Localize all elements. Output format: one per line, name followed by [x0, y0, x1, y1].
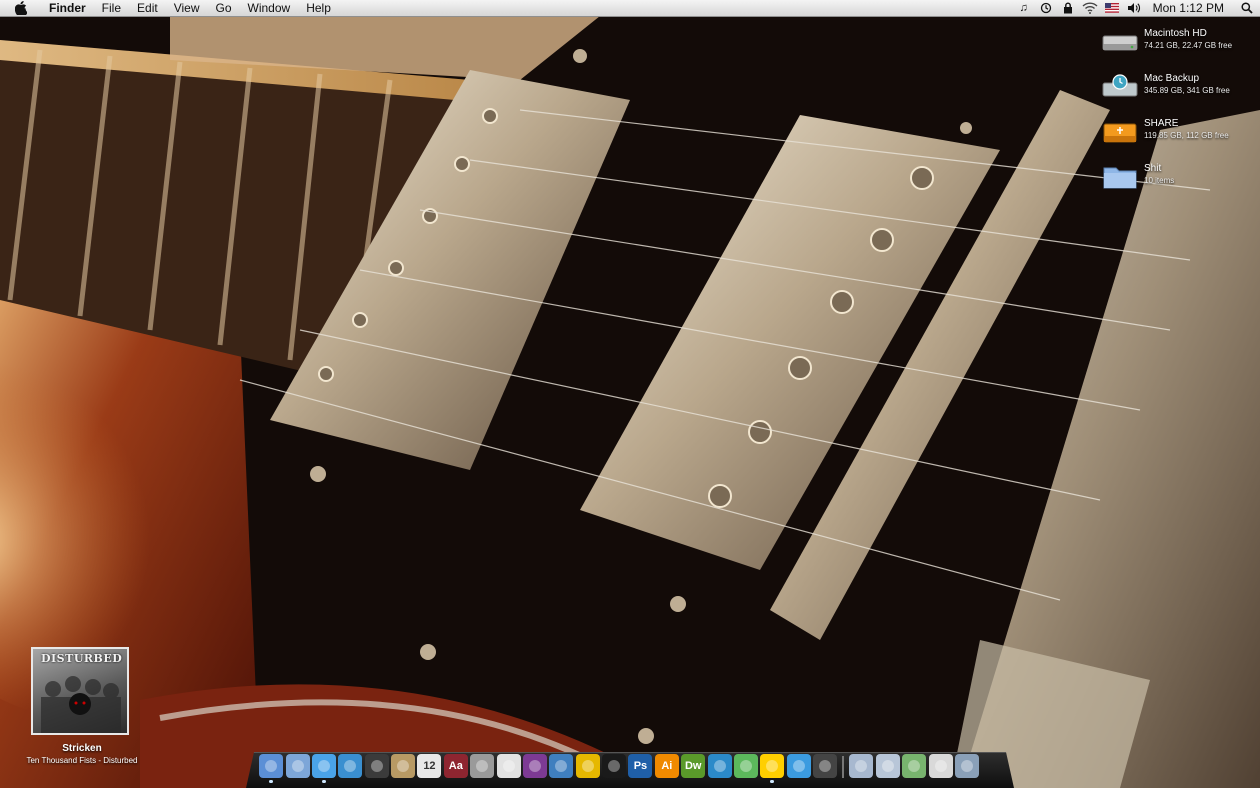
safari-icon [344, 760, 357, 772]
drive-name: SHARE [1144, 118, 1179, 129]
dock-item-photoshop[interactable]: Ps [628, 754, 653, 778]
dock-item-applications-stack[interactable] [849, 754, 874, 778]
menu-extras: ♫ Mon 1:12 PM [1013, 0, 1260, 16]
spotlight-icon[interactable] [1234, 0, 1260, 16]
dock-item-illustrator[interactable]: Ai [654, 754, 679, 778]
now-playing-widget: DISTURBED Stricken Ten Thousand Fists - … [12, 644, 152, 770]
folder-icon [1102, 163, 1138, 191]
dock-item-twitter-app[interactable] [733, 754, 758, 778]
lock-icon[interactable] [1057, 0, 1079, 16]
desktop-wallpaper [0, 0, 1260, 788]
dock-item-dictionary[interactable]: Aa [443, 754, 468, 778]
photo-app-icon [528, 760, 541, 772]
usb-drive-icon [1102, 118, 1138, 146]
dock-separator [842, 756, 845, 778]
menu-clock[interactable]: Mon 1:12 PM [1145, 1, 1234, 15]
dock-item-wordpress-app[interactable] [707, 754, 732, 778]
dock-item-label: Ai [661, 760, 673, 772]
contacts-app-icon [792, 760, 805, 772]
applications-stack-icon [855, 760, 868, 772]
movie-app-icon [819, 760, 832, 772]
drive-name: Mac Backup [1144, 73, 1200, 84]
dock-item-label: Dw [684, 760, 702, 772]
dock-item-photo-app[interactable] [522, 754, 547, 778]
drive-name: Macintosh HD [1144, 28, 1207, 39]
dock-item-label: 12 [423, 760, 436, 772]
dock-item-contacts-app[interactable] [786, 754, 811, 778]
dock-item-label: Ps [633, 760, 648, 772]
mail-icon [291, 760, 304, 772]
dock-item-safari[interactable] [338, 754, 363, 778]
menu-file[interactable]: File [94, 0, 129, 16]
wifi-icon[interactable] [1079, 0, 1101, 16]
dock-item-server-stack[interactable] [928, 754, 953, 778]
time-machine-icon[interactable] [1035, 0, 1057, 16]
dock-item-mail[interactable] [285, 754, 310, 778]
dock-item-trash[interactable] [954, 754, 979, 778]
dock-item-documents-stack[interactable] [875, 754, 900, 778]
wordpress-app-icon [713, 760, 726, 772]
trash-icon [960, 760, 973, 772]
now-playing-subtitle: Ten Thousand Fists - Disturbed [26, 756, 138, 765]
dock-item-finder[interactable] [259, 754, 284, 783]
menu-go[interactable]: Go [208, 0, 240, 16]
dock-item-messenger[interactable] [760, 754, 785, 783]
menu-view[interactable]: View [166, 0, 208, 16]
calculator-icon [476, 760, 489, 772]
dock-item-adium[interactable] [364, 754, 389, 778]
desktop-drive-share[interactable]: SHARE 119.85 GB, 112 GB free [1102, 114, 1252, 154]
menu-app-finder[interactable]: Finder [41, 0, 94, 16]
twitter-app-icon [739, 760, 752, 772]
itunes-icon [317, 760, 330, 772]
dock-item-itunes[interactable] [311, 754, 336, 783]
dock: 12 Aa Ps Ai Dw [258, 748, 980, 783]
dock-item-movie-app[interactable] [813, 754, 838, 778]
iphoto-icon [555, 760, 568, 772]
menu-help[interactable]: Help [298, 0, 339, 16]
backup-drive-icon [1102, 73, 1138, 101]
address-book-icon [397, 760, 410, 772]
adium-icon [370, 760, 383, 772]
menu-window[interactable]: Window [240, 0, 299, 16]
hard-drive-icon [1102, 28, 1138, 56]
dock-item-address-book[interactable] [391, 754, 416, 778]
terminal-icon [608, 760, 621, 772]
textedit-icon [502, 760, 515, 772]
drive-info: 119.85 GB, 112 GB free [1144, 131, 1229, 140]
menu-bar: Finder File Edit View Go Window Help ♫ M… [0, 0, 1260, 17]
dock-item-label: Aa [448, 760, 463, 772]
downloads-stack-icon [908, 760, 921, 772]
volume-icon[interactable] [1123, 0, 1145, 16]
folder-info: 10 items [1144, 176, 1175, 185]
dock-item-downloads-stack[interactable] [902, 754, 927, 778]
folder-name: Shit [1144, 163, 1162, 174]
now-playing-title: Stricken [62, 743, 102, 754]
server-stack-icon [934, 760, 947, 772]
dock-item-calculator[interactable] [470, 754, 495, 778]
dock-item-ftp-app[interactable] [575, 754, 600, 778]
finder-icon [265, 760, 278, 772]
messenger-icon [766, 760, 779, 772]
desktop-drive-macintosh-hd[interactable]: Macintosh HD 74.21 GB, 22.47 GB free [1102, 24, 1252, 64]
music-note-icon[interactable]: ♫ [1013, 0, 1035, 16]
documents-stack-icon [881, 760, 894, 772]
dock-item-terminal[interactable] [602, 754, 627, 778]
apple-menu-icon[interactable] [13, 0, 29, 16]
dock-item-textedit[interactable] [496, 754, 521, 778]
running-indicator [321, 780, 326, 783]
album-artwork[interactable]: DISTURBED [31, 647, 129, 735]
dock-item-iphoto[interactable] [549, 754, 574, 778]
desktop-drive-mac-backup[interactable]: Mac Backup 345.89 GB, 341 GB free [1102, 69, 1252, 109]
desktop-folder-shit[interactable]: Shit 10 items [1102, 159, 1252, 199]
dock-item-ical[interactable]: 12 [417, 754, 442, 778]
drive-info: 345.89 GB, 341 GB free [1144, 86, 1230, 95]
ftp-app-icon [581, 760, 594, 772]
menu-edit[interactable]: Edit [129, 0, 166, 16]
drive-info: 74.21 GB, 22.47 GB free [1144, 41, 1233, 50]
dock-item-dreamweaver[interactable]: Dw [681, 754, 706, 778]
flag-icon[interactable] [1101, 0, 1123, 16]
